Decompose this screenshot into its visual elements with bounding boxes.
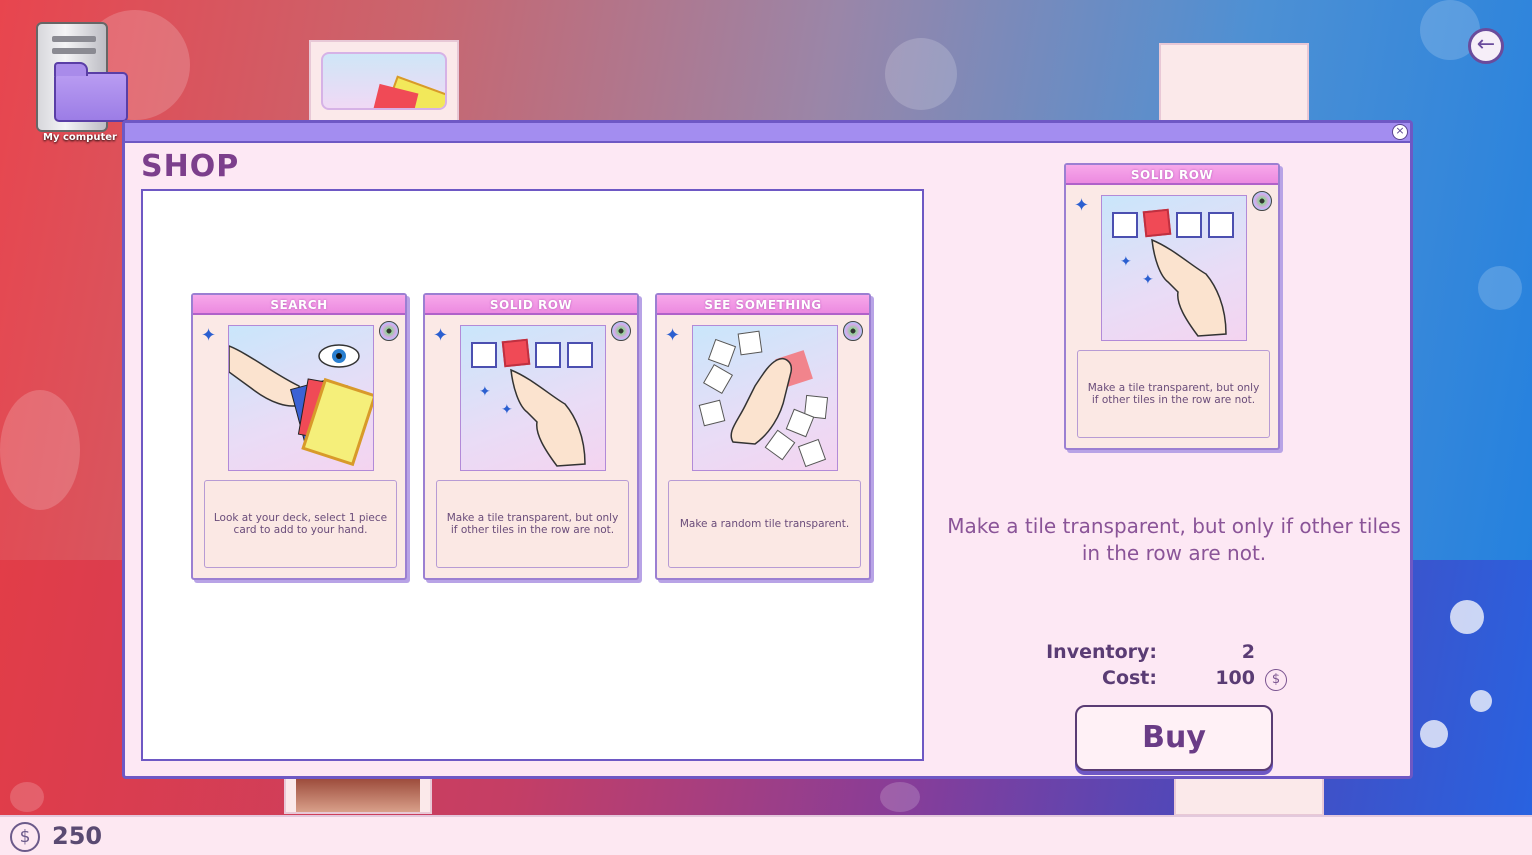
card-description: Make a tile transparent, but only if oth…: [436, 480, 629, 568]
back-button[interactable]: ←: [1468, 28, 1504, 64]
bokeh-light: [885, 38, 957, 110]
bokeh-light: [10, 782, 44, 812]
card-title: SOLID ROW: [425, 295, 637, 315]
shop-card-see-something[interactable]: SEE SOMETHING ✦ Make a random tile trans…: [655, 293, 871, 580]
shop-card-search[interactable]: SEARCH ✦ Look at your deck, select 1 pie…: [191, 293, 407, 580]
disc-icon: [611, 321, 631, 341]
buy-button[interactable]: Buy: [1075, 705, 1273, 771]
background-card: [309, 40, 459, 122]
arrow-left-icon: ←: [1476, 32, 1496, 57]
sparkle-icon: ✦: [665, 325, 681, 346]
background-card: [1174, 776, 1324, 816]
dollar-coin-icon: $: [1265, 669, 1287, 691]
close-icon: ×: [1395, 124, 1405, 137]
card-title: SEARCH: [193, 295, 405, 315]
bokeh-light: [1450, 600, 1484, 634]
shop-window: × SHOP SEARCH ✦ Look at your deck, selec: [122, 120, 1413, 779]
background-card: [1159, 43, 1309, 123]
card-art-see-something: [692, 325, 838, 471]
window-title-bar[interactable]: ×: [125, 123, 1410, 143]
card-description: Look at your deck, select 1 piece card t…: [204, 480, 397, 568]
disc-icon: [379, 321, 399, 341]
inventory-value: 2: [1241, 641, 1255, 663]
sparkle-icon: ✦: [433, 325, 449, 346]
background-card: [284, 776, 432, 814]
bokeh-light: [1420, 720, 1448, 748]
card-art-search: [228, 325, 374, 471]
bokeh-light: [1478, 266, 1522, 310]
card-art-solid-row: ✦ ✦: [460, 325, 606, 471]
desktop-icon-my-computer[interactable]: My computer: [30, 20, 130, 150]
desktop-icon-label: My computer: [43, 132, 117, 143]
card-description: Make a tile transparent, but only if oth…: [1077, 350, 1270, 438]
card-description: Make a random tile transparent.: [668, 480, 861, 568]
sparkle-icon: ✦: [201, 325, 217, 346]
disc-icon: [843, 321, 863, 341]
selected-card-preview: SOLID ROW ✦ ✦ ✦ Make a tile transparent,…: [1064, 163, 1280, 450]
card-title: SEE SOMETHING: [657, 295, 869, 315]
page-title: SHOP: [141, 149, 240, 184]
dollar-coin-icon: $: [10, 822, 40, 852]
card-art-solid-row: ✦ ✦: [1101, 195, 1247, 341]
wallet-balance: 250: [52, 822, 103, 850]
close-button[interactable]: ×: [1392, 124, 1408, 140]
shop-item-panel: SEARCH ✦ Look at your deck, select 1 pie…: [141, 189, 924, 761]
folder-icon: [54, 62, 128, 122]
card-title: SOLID ROW: [1066, 165, 1278, 185]
bokeh-light: [880, 782, 920, 812]
cost-value: 100: [1215, 667, 1255, 689]
shop-card-solid-row[interactable]: SOLID ROW ✦ ✦ ✦ Make a tile transparent,…: [423, 293, 639, 580]
wallet-bar: $ 250: [0, 815, 1532, 855]
sparkle-icon: ✦: [1074, 195, 1090, 216]
selected-card-description: Make a tile transparent, but only if oth…: [947, 514, 1401, 565]
bokeh-light: [0, 390, 80, 510]
disc-icon: [1252, 191, 1272, 211]
inventory-label: Inventory:: [1046, 641, 1157, 663]
cost-label: Cost:: [1102, 667, 1157, 689]
bokeh-light: [1470, 690, 1492, 712]
